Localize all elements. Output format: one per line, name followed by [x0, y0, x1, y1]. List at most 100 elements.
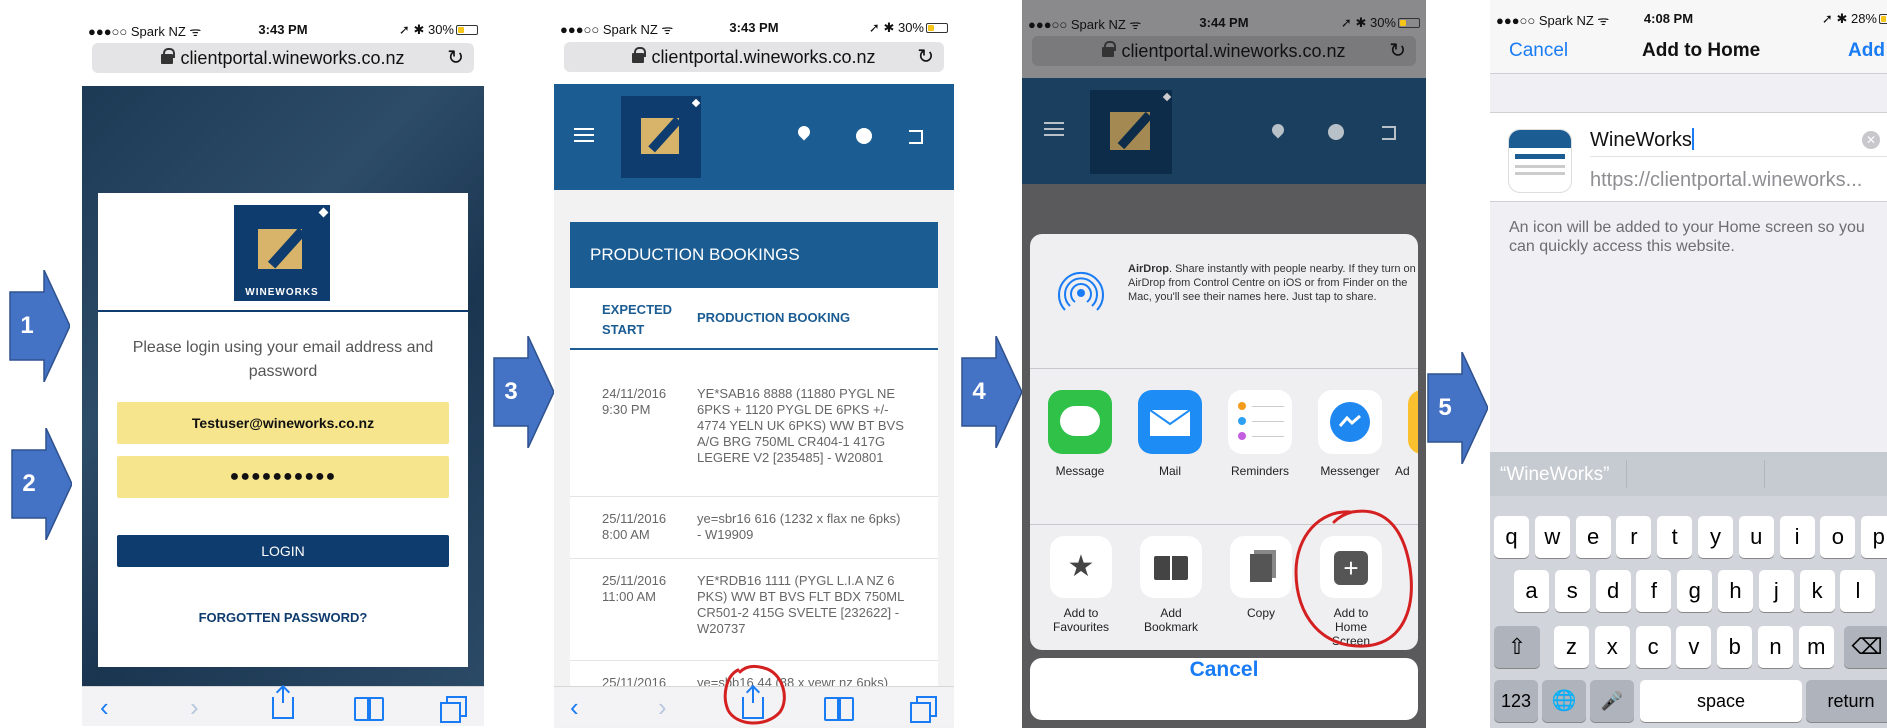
key-h[interactable]: h — [1718, 570, 1753, 612]
key-p[interactable]: p — [1861, 516, 1887, 558]
hamburger-icon — [1044, 122, 1064, 136]
key-a[interactable]: a — [1514, 570, 1549, 612]
phone-screen-login: ●●●○○ Spark NZ ᯤ 3:43 PM ➚ ✱ 30% clientp… — [82, 0, 484, 728]
key-f[interactable]: f — [1636, 570, 1672, 612]
globe-icon[interactable]: 🌐 — [1542, 680, 1586, 722]
cancel-nav-button[interactable]: Cancel — [1509, 40, 1568, 62]
booking-description: ye=sbr16 616 (1232 x flax ne 6pks) - W19… — [697, 511, 901, 542]
home-screen-hint: An icon will be added to your Home scree… — [1509, 219, 1865, 255]
mail-icon[interactable] — [1138, 390, 1202, 454]
bookings-panel: PRODUCTION BOOKINGS EXPECTED START PRODU… — [570, 222, 938, 692]
battery-percent: 30% — [427, 22, 454, 37]
shift-key[interactable]: ⇧ — [1494, 626, 1540, 668]
step-number: 4 — [972, 378, 986, 405]
copy-icon[interactable] — [1230, 536, 1292, 598]
text-cursor — [1691, 128, 1694, 150]
address-bar[interactable]: clientportal.wineworks.co.nz ↻ — [564, 42, 944, 72]
bookmarks-icon[interactable] — [354, 697, 384, 721]
star-icon[interactable]: ★ — [1050, 536, 1112, 598]
logout-icon[interactable] — [909, 130, 923, 144]
phone-screen-share-sheet: ●●●○○ Spark NZ ᯤ 3:44 PM ➚ ✱ 30% clientp… — [1022, 0, 1426, 728]
reminders-icon[interactable] — [1228, 390, 1292, 454]
messages-icon[interactable] — [1048, 390, 1112, 454]
login-instruction: Please login using your email address an… — [132, 339, 434, 380]
key-q[interactable]: q — [1494, 516, 1529, 558]
divider — [1626, 460, 1627, 488]
key-l[interactable]: l — [1840, 570, 1876, 612]
key-z[interactable]: z — [1554, 626, 1589, 668]
reload-icon[interactable]: ↻ — [1389, 36, 1406, 66]
key-c[interactable]: c — [1635, 626, 1671, 668]
red-circle-annotation — [723, 664, 786, 725]
key-x[interactable]: x — [1594, 626, 1630, 668]
delete-key[interactable]: ⌫ — [1844, 626, 1887, 668]
key-y[interactable]: y — [1698, 516, 1733, 558]
step-arrow-4-label-wrap: 4 — [960, 336, 1022, 448]
key-m[interactable]: m — [1798, 626, 1834, 668]
login-button[interactable]: LOGIN — [117, 535, 449, 567]
key-o[interactable]: o — [1820, 516, 1856, 558]
app-label: Messenger — [1320, 464, 1380, 478]
table-row[interactable]: 25/11/2016 11:00 AM YE*RDB16 1111 (PYGL … — [570, 558, 938, 660]
key-e[interactable]: e — [1575, 516, 1611, 558]
tabs-icon[interactable] — [440, 696, 467, 723]
key-k[interactable]: k — [1799, 570, 1835, 612]
add-nav-button[interactable]: Add — [1848, 40, 1885, 62]
key-r[interactable]: r — [1616, 516, 1652, 558]
booking-date: 24/11/2016 9:30 PM — [602, 386, 667, 417]
numbers-key[interactable]: 123 — [1494, 680, 1538, 722]
key-j[interactable]: j — [1758, 570, 1794, 612]
app-label: Ad — [1395, 464, 1410, 478]
bookmarks-icon[interactable] — [824, 697, 854, 721]
forgot-password-link[interactable]: FORGOTTEN PASSWORD? — [98, 610, 468, 625]
cancel-button[interactable]: Cancel — [1030, 658, 1418, 720]
more-app-icon[interactable] — [1408, 390, 1418, 454]
forward-icon[interactable]: › — [658, 693, 667, 721]
keyboard: “WineWorks” qwertyuiop asdfghjkl zxcvbnm… — [1490, 452, 1887, 728]
key-i[interactable]: i — [1779, 516, 1815, 558]
back-icon[interactable]: ‹ — [570, 693, 579, 721]
clear-text-icon[interactable]: ✕ — [1862, 131, 1880, 149]
hamburger-icon[interactable] — [574, 128, 594, 142]
column-header-start[interactable]: EXPECTED START — [602, 300, 682, 340]
location-icon: ➚ — [398, 22, 410, 37]
header-rule — [570, 348, 938, 350]
key-b[interactable]: b — [1717, 626, 1753, 668]
address-bar[interactable]: clientportal.wineworks.co.nz ↻ — [1032, 36, 1416, 66]
key-n[interactable]: n — [1758, 626, 1793, 668]
back-icon[interactable]: ‹ — [100, 693, 109, 721]
key-v[interactable]: v — [1676, 626, 1712, 668]
email-input[interactable]: Testuser@wineworks.co.nz — [117, 402, 449, 444]
booking-description: YE*SAB16 8888 (11880 PYGL NE 6PKS + 1120… — [697, 386, 904, 465]
column-header-booking[interactable]: PRODUCTION BOOKING — [697, 310, 850, 325]
messenger-icon[interactable] — [1318, 390, 1382, 454]
airdrop-title: AirDrop — [1128, 263, 1169, 275]
key-d[interactable]: d — [1595, 570, 1631, 612]
password-input[interactable]: ●●●●●●●●●● — [117, 456, 449, 498]
airdrop-icon[interactable] — [1052, 264, 1110, 322]
share-icon[interactable] — [272, 687, 294, 719]
key-w[interactable]: w — [1534, 516, 1570, 558]
wineworks-logo[interactable] — [621, 96, 701, 178]
tabs-icon[interactable] — [910, 696, 937, 723]
address-bar[interactable]: clientportal.wineworks.co.nz ↻ — [92, 43, 474, 73]
key-t[interactable]: t — [1657, 516, 1693, 558]
name-input[interactable]: WineWorks — [1590, 123, 1887, 157]
phone-screen-add-to-home: ●●●○○ Spark NZ ᯤ 4:08 PM ➚ ✱ 28% Cancel … — [1490, 0, 1887, 728]
reload-icon[interactable]: ↻ — [917, 42, 934, 72]
key-g[interactable]: g — [1677, 570, 1713, 612]
key-s[interactable]: s — [1554, 570, 1590, 612]
space-key[interactable]: space — [1640, 680, 1802, 722]
return-key[interactable]: return — [1806, 680, 1887, 722]
microphone-icon[interactable]: 🎤 — [1590, 680, 1634, 722]
suggestion-chip[interactable]: “WineWorks” — [1500, 464, 1609, 486]
battery-icon — [456, 25, 478, 35]
reload-icon[interactable]: ↻ — [447, 43, 464, 73]
user-account-icon[interactable] — [856, 128, 872, 144]
table-row[interactable]: 25/11/2016 8:00 AM ye=sbr16 616 (1232 x … — [570, 496, 938, 558]
book-icon[interactable] — [1140, 536, 1202, 598]
forward-icon[interactable]: › — [190, 693, 199, 721]
url-text: clientportal.wineworks.co.nz — [1121, 41, 1346, 61]
key-u[interactable]: u — [1738, 516, 1774, 558]
divider — [1030, 368, 1418, 369]
